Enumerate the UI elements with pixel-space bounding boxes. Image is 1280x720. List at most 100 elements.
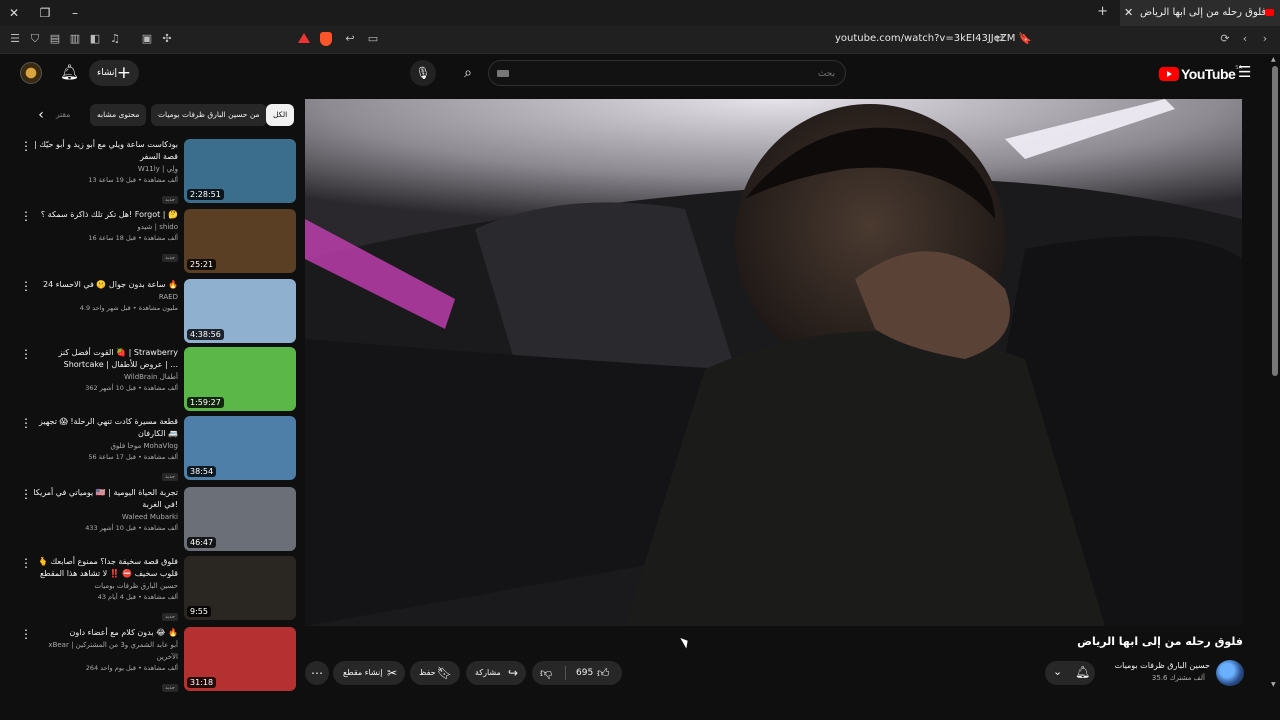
recommendation-channel[interactable]: W11ly | وِلِي	[30, 163, 178, 175]
recommendation-channel[interactable]: xBear | أبو عابد الشمري و3 من المشتركين …	[30, 639, 178, 663]
video-player[interactable]	[305, 99, 1242, 626]
shield-icon[interactable]: ⛉	[28, 32, 42, 46]
like-count[interactable]: 695	[576, 661, 593, 685]
chip-all[interactable]: الكل	[266, 104, 295, 126]
recommendation-info: القوت أفضل كنز 🍓 | Strawberry Shortcake …	[30, 347, 178, 394]
youtube-logo[interactable]: YouTube SA	[1159, 65, 1242, 83]
new-badge: جديد	[162, 613, 178, 621]
recommendation-thumbnail[interactable]: 38:54	[184, 416, 296, 480]
recommendation-title[interactable]: يومياتي في أمريكا 🇺🇸 | تجربة الحياة اليو…	[30, 487, 178, 511]
account-avatar[interactable]	[20, 62, 42, 84]
reload-icon[interactable]: ⟳	[1218, 32, 1232, 46]
recommendation-item[interactable]: ⋮ يومياتي في أمريكا 🇺🇸 | تجربة الحياة الي…	[20, 487, 296, 551]
recommendation-thumbnail[interactable]: 2:28:51	[184, 139, 296, 203]
browser-tab[interactable]: ✕ فلوق رحله من إلى ابها الرياض	[1120, 0, 1280, 26]
recommendation-item[interactable]: ⋮ قطعة مسيرة كادت تنهي الرحلة! 😱 تجهيز ال…	[20, 416, 296, 481]
recommendation-thumbnail[interactable]: 1:59:27	[184, 347, 296, 411]
more-vertical-icon[interactable]: ⋮	[20, 279, 32, 293]
channel-name[interactable]: حسين البارق ظرفات بوميات	[1115, 661, 1210, 670]
menu-icon[interactable]: ☰	[8, 32, 22, 46]
chips-prev-icon[interactable]: ‹	[30, 104, 52, 126]
more-vertical-icon[interactable]: ⋮	[20, 487, 32, 501]
recommendation-channel[interactable]: موحا فلوق MohaVlog	[30, 440, 179, 452]
dislike-icon[interactable]: 👎︎	[540, 661, 552, 685]
scroll-up-icon[interactable]: ▲	[1271, 56, 1276, 63]
recommendation-channel[interactable]: WildBrain أطفال	[30, 371, 178, 383]
recommendation-title[interactable]: هل تكر تلك ذاكرة سمكة ؟! Forgot | 🤔	[30, 209, 178, 221]
recommendation-thumbnail[interactable]: 31:18	[184, 627, 296, 691]
recommendation-item[interactable]: ⋮ 24 ساعة بدون جوال 🤫 في الاحساء 🔥 RAED 4.9…	[20, 279, 296, 343]
reader-icon[interactable]: ▥	[68, 32, 82, 46]
more-vertical-icon[interactable]: ⋮	[20, 209, 32, 223]
new-tab-button[interactable]: +	[1097, 4, 1108, 19]
page-scrollbar[interactable]: ▲ ▼	[1270, 54, 1280, 690]
recommendation-item[interactable]: ⋮ هل تكر تلك ذاكرة سمكة ؟! Forgot | 🤔 شيدو…	[20, 209, 296, 273]
translate-icon[interactable]: ⇄	[993, 32, 1007, 46]
like-icon[interactable]: 👍︎	[597, 661, 610, 685]
tab-close-icon[interactable]: ✕	[1124, 0, 1133, 26]
bookmark-save-icon: 🔖︎	[436, 666, 452, 680]
recommendation-item[interactable]: ⋮ فلوق قصة سخيفة جدا؟ ممنوع أصابعك 🫰 قلوب…	[20, 556, 296, 621]
wallet-icon[interactable]: ▤	[48, 32, 62, 46]
more-vertical-icon[interactable]: ⋮	[20, 556, 32, 570]
bookmark-icon[interactable]: 🔖	[1018, 32, 1032, 46]
address-bar[interactable]: youtube.com/watch?v=3kEI43JJeZM	[835, 33, 1015, 44]
channel-avatar[interactable]	[1216, 660, 1244, 686]
recommendation-thumbnail[interactable]: 4:38:56	[184, 279, 296, 343]
recommendation-thumbnail[interactable]: 25:21	[184, 209, 296, 273]
recommendation-channel[interactable]: RAED	[30, 291, 178, 303]
more-vertical-icon[interactable]: ⋮	[20, 416, 32, 430]
share-button[interactable]: مشاركة ↪	[466, 661, 526, 685]
guide-menu-icon[interactable]: ☰	[1238, 63, 1251, 81]
recommendation-title[interactable]: 24 ساعة بدون جوال 🤫 في الاحساء 🔥	[30, 279, 178, 291]
keyboard-icon[interactable]	[497, 70, 509, 77]
recommendation-channel[interactable]: حسين البارق ظرفات بوميات	[30, 580, 178, 592]
recommendation-item[interactable]: ⋮ بدون كلام مع أعضاء داون 😂 🔥 xBear | أبو …	[20, 627, 296, 692]
recommendation-item[interactable]: ⋮ القوت أفضل كنز 🍓 | Strawberry Shortcake…	[20, 347, 296, 411]
chip-more[interactable]: مقتر	[54, 104, 72, 126]
recommendation-thumbnail[interactable]: 9:55	[184, 556, 296, 620]
screenshot-icon[interactable]: ▣	[140, 32, 154, 46]
recommendation-item[interactable]: ⋮ بودكاست ساعة ويلي مع أبو زيد و أبو حيّك…	[20, 139, 296, 204]
cast-icon[interactable]: ▭	[366, 32, 380, 46]
window-close-icon[interactable]: ✕	[5, 4, 23, 22]
clip-button[interactable]: إنشاء مقطع ✂	[333, 661, 405, 685]
share-page-icon[interactable]: ↩	[343, 32, 357, 46]
brave-shield-icon[interactable]	[320, 32, 332, 46]
warning-icon[interactable]	[298, 33, 310, 43]
scroll-thumb[interactable]	[1272, 66, 1278, 376]
search-icon[interactable]: ⌕	[450, 60, 486, 86]
scroll-down-icon[interactable]: ▼	[1271, 681, 1276, 688]
music-icon[interactable]: ♫	[108, 32, 122, 46]
extensions-icon[interactable]: ✣	[160, 32, 174, 46]
recommendation-title[interactable]: القوت أفضل كنز 🍓 | Strawberry Shortcake …	[30, 347, 178, 371]
window-minimize-icon[interactable]: –	[66, 4, 84, 22]
notifications-bell-icon[interactable]: 🔔︎	[60, 63, 79, 81]
chip-channel[interactable]: من حسين البارق ظرفات بوميات	[151, 104, 267, 126]
tab-title: فلوق رحله من إلى ابها الرياض	[1140, 7, 1267, 18]
chip-similar[interactable]: محتوى مشابه	[90, 104, 147, 126]
search-input[interactable]	[489, 62, 845, 86]
recommendation-title[interactable]: قطعة مسيرة كادت تنهي الرحلة! 😱 تجهيز الك…	[30, 416, 178, 440]
save-button[interactable]: حفظ 🔖︎	[410, 661, 460, 685]
recommendation-channel[interactable]: شيدو | shido	[30, 221, 178, 233]
more-actions-button[interactable]: ⋯	[305, 661, 329, 685]
more-vertical-icon[interactable]: ⋮	[20, 627, 32, 641]
more-vertical-icon[interactable]: ⋮	[20, 139, 32, 153]
youtube-play-icon	[1159, 67, 1179, 81]
sidebar-icon[interactable]: ◧	[88, 32, 102, 46]
more-vertical-icon[interactable]: ⋮	[20, 347, 32, 361]
subscriber-count: 35.6 ألف مشترك	[1151, 674, 1205, 682]
recommendation-title[interactable]: بودكاست ساعة ويلي مع أبو زيد و أبو حيّك …	[30, 139, 178, 163]
back-icon[interactable]: ‹	[1238, 32, 1252, 46]
create-button[interactable]: إنشاء +	[89, 60, 139, 86]
voice-search-icon[interactable]: 🎙︎	[410, 60, 436, 86]
recommendation-channel[interactable]: Waleed Mubarki	[30, 511, 178, 523]
recommendation-thumbnail[interactable]: 46:47	[184, 487, 296, 551]
subscription-bell-button[interactable]: ⌄ 🔔︎	[1045, 661, 1095, 685]
youtube-wordmark: YouTube	[1181, 66, 1236, 82]
recommendation-title[interactable]: فلوق قصة سخيفة جدا؟ ممنوع أصابعك 🫰 قلوب …	[30, 556, 178, 580]
window-restore-icon[interactable]: ❐	[36, 4, 54, 22]
forward-icon[interactable]: ›	[1258, 32, 1272, 46]
recommendation-title[interactable]: بدون كلام مع أعضاء داون 😂 🔥	[30, 627, 178, 639]
